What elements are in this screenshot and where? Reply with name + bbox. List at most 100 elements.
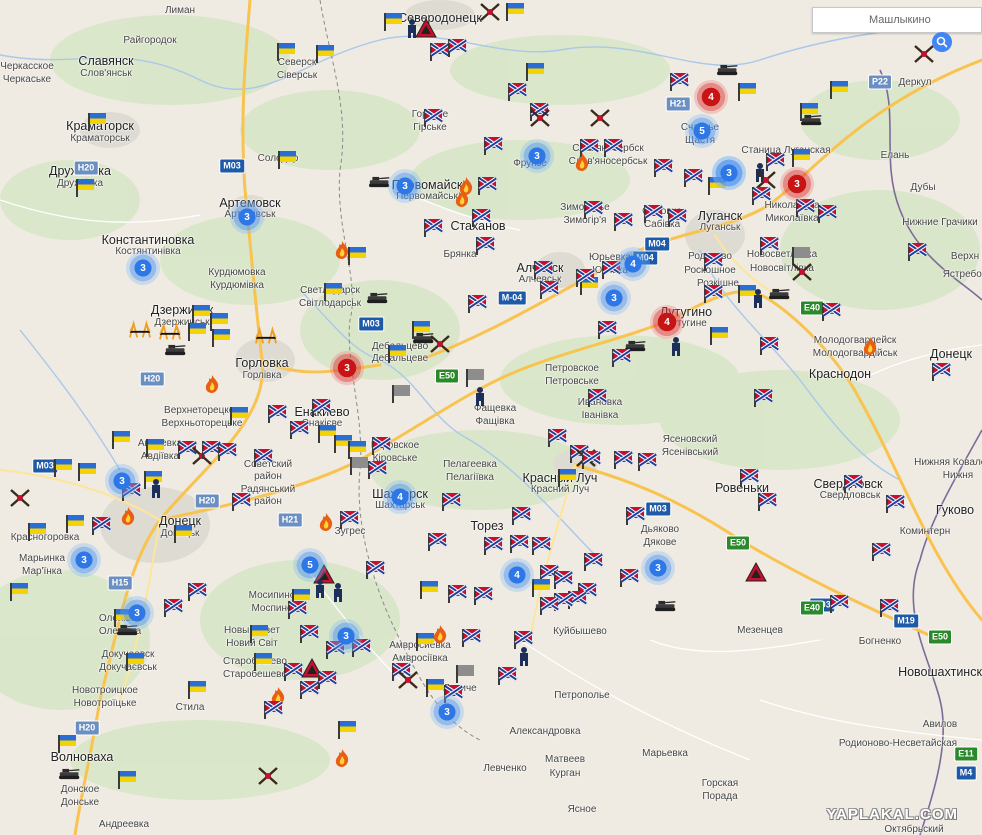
novorossia-flag-icon[interactable]: [482, 537, 502, 555]
novorossia-flag-icon[interactable]: [230, 493, 250, 511]
novorossia-flag-icon[interactable]: [364, 561, 384, 579]
novorossia-flag-icon[interactable]: [446, 585, 466, 603]
novorossia-flag-icon[interactable]: [510, 507, 530, 525]
ukraine-flag-icon[interactable]: [76, 463, 96, 481]
soldier-icon[interactable]: [145, 477, 167, 499]
novorossia-flag-icon[interactable]: [310, 399, 330, 417]
novorossia-flag-icon[interactable]: [636, 453, 656, 471]
novorossia-flag-icon[interactable]: [682, 169, 702, 187]
novorossia-flag-icon[interactable]: [252, 449, 272, 467]
ukraine-flag-icon[interactable]: [798, 103, 818, 121]
ukraine-flag-icon[interactable]: [736, 83, 756, 101]
novorossia-flag-icon[interactable]: [460, 629, 480, 647]
marker-cluster[interactable]: 3: [597, 281, 631, 315]
novorossia-flag-icon[interactable]: [652, 159, 672, 177]
novorossia-flag-icon[interactable]: [752, 389, 772, 407]
ukraine-flag-icon[interactable]: [172, 525, 192, 543]
gray-flag-icon[interactable]: [348, 457, 368, 475]
crossed-rifles-icon[interactable]: [397, 669, 419, 691]
novorossia-flag-icon[interactable]: [90, 517, 110, 535]
novorossia-flag-icon[interactable]: [582, 201, 602, 219]
fire-icon[interactable]: [331, 747, 353, 769]
novorossia-flag-icon[interactable]: [474, 237, 494, 255]
novorossia-flag-icon[interactable]: [758, 237, 778, 255]
search-box[interactable]: Машлыкино: [812, 7, 982, 33]
bridge-destroyed-icon[interactable]: [255, 325, 277, 347]
soldier-icon[interactable]: [327, 581, 349, 603]
marker-cluster[interactable]: 4: [650, 305, 684, 339]
novorossia-flag-icon[interactable]: [602, 139, 622, 157]
marker-cluster[interactable]: 3: [67, 543, 101, 577]
soldier-icon[interactable]: [469, 385, 491, 407]
warning-triangle-icon[interactable]: [415, 17, 437, 39]
gray-flag-icon[interactable]: [390, 385, 410, 403]
novorossia-flag-icon[interactable]: [642, 205, 662, 223]
novorossia-flag-icon[interactable]: [470, 209, 490, 227]
ukraine-flag-icon[interactable]: [524, 63, 544, 81]
novorossia-flag-icon[interactable]: [482, 137, 502, 155]
soldier-icon[interactable]: [513, 645, 535, 667]
marker-cluster[interactable]: 3: [105, 464, 139, 498]
crossed-rifles-icon[interactable]: [257, 765, 279, 787]
fire-icon[interactable]: [451, 187, 473, 209]
ukraine-flag-icon[interactable]: [322, 283, 342, 301]
ukraine-flag-icon[interactable]: [52, 459, 72, 477]
marker-cluster[interactable]: 4: [383, 480, 417, 514]
novorossia-flag-icon[interactable]: [756, 493, 776, 511]
novorossia-flag-icon[interactable]: [316, 671, 336, 689]
marker-cluster[interactable]: 3: [712, 156, 746, 190]
novorossia-flag-icon[interactable]: [624, 507, 644, 525]
fire-icon[interactable]: [859, 335, 881, 357]
tank-icon[interactable]: [769, 283, 791, 305]
bridge-destroyed-icon[interactable]: [129, 319, 151, 341]
ukraine-flag-icon[interactable]: [74, 179, 94, 197]
ukraine-flag-icon[interactable]: [382, 13, 402, 31]
ukraine-flag-icon[interactable]: [64, 515, 84, 533]
ukraine-flag-icon[interactable]: [86, 113, 106, 131]
novorossia-flag-icon[interactable]: [538, 597, 558, 615]
novorossia-flag-icon[interactable]: [216, 443, 236, 461]
tank-icon[interactable]: [165, 339, 187, 361]
marker-cluster[interactable]: 3: [430, 695, 464, 729]
ukraine-flag-icon[interactable]: [336, 721, 356, 739]
marker-cluster[interactable]: 4: [500, 558, 534, 592]
novorossia-flag-icon[interactable]: [338, 511, 358, 529]
novorossia-flag-icon[interactable]: [186, 583, 206, 601]
ukraine-flag-icon[interactable]: [275, 43, 295, 61]
marker-cluster[interactable]: 3: [329, 619, 363, 653]
novorossia-flag-icon[interactable]: [828, 595, 848, 613]
novorossia-flag-icon[interactable]: [794, 199, 814, 217]
ukraine-flag-icon[interactable]: [210, 329, 230, 347]
ukraine-flag-icon[interactable]: [314, 45, 334, 63]
marker-cluster[interactable]: 3: [126, 251, 160, 285]
novorossia-flag-icon[interactable]: [530, 537, 550, 555]
novorossia-flag-icon[interactable]: [596, 321, 616, 339]
marker-cluster[interactable]: 3: [330, 351, 364, 385]
novorossia-flag-icon[interactable]: [610, 349, 630, 367]
crossed-rifles-icon[interactable]: [791, 261, 813, 283]
novorossia-flag-icon[interactable]: [552, 571, 572, 589]
marker-cluster[interactable]: 3: [780, 167, 814, 201]
tank-icon[interactable]: [59, 763, 81, 785]
ukraine-flag-icon[interactable]: [8, 583, 28, 601]
novorossia-flag-icon[interactable]: [370, 437, 390, 455]
novorossia-flag-icon[interactable]: [738, 469, 758, 487]
warning-triangle-icon[interactable]: [745, 561, 767, 583]
novorossia-flag-icon[interactable]: [262, 701, 282, 719]
marker-cluster[interactable]: 4: [694, 80, 728, 114]
ukraine-flag-icon[interactable]: [144, 439, 164, 457]
novorossia-flag-icon[interactable]: [758, 337, 778, 355]
novorossia-flag-icon[interactable]: [930, 363, 950, 381]
novorossia-flag-icon[interactable]: [906, 243, 926, 261]
novorossia-flag-icon[interactable]: [288, 421, 308, 439]
tank-icon[interactable]: [367, 287, 389, 309]
ukraine-flag-icon[interactable]: [186, 323, 206, 341]
ukraine-flag-icon[interactable]: [186, 681, 206, 699]
novorossia-flag-icon[interactable]: [286, 601, 306, 619]
novorossia-flag-icon[interactable]: [666, 209, 686, 227]
crossed-rifles-icon[interactable]: [589, 107, 611, 129]
novorossia-flag-icon[interactable]: [820, 303, 840, 321]
marker-cluster[interactable]: 3: [520, 139, 554, 173]
novorossia-flag-icon[interactable]: [162, 599, 182, 617]
novorossia-flag-icon[interactable]: [884, 495, 904, 513]
